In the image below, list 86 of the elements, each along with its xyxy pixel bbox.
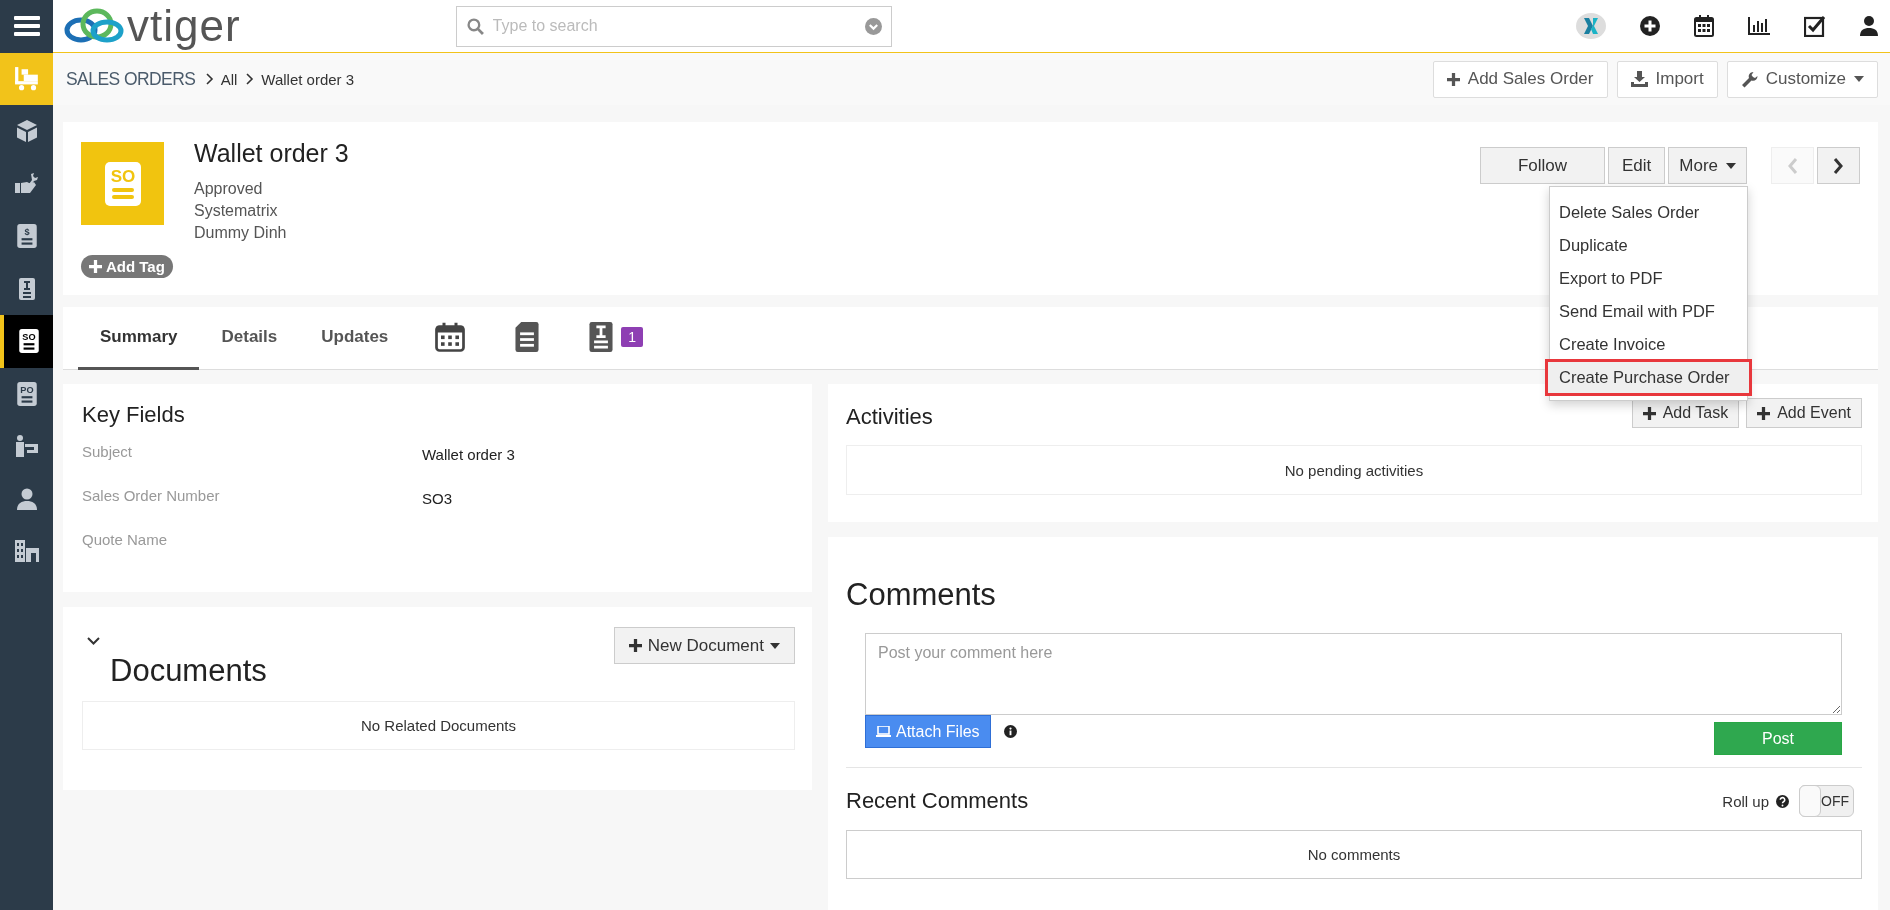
laptop-icon — [876, 726, 891, 737]
person-icon — [14, 486, 39, 511]
plus-icon — [89, 260, 102, 273]
customize-button[interactable]: Customize — [1726, 60, 1878, 98]
download-icon — [1630, 71, 1648, 87]
add-button[interactable]: Add Sales Order — [1432, 60, 1608, 98]
import-button[interactable]: Import — [1616, 60, 1718, 98]
person-board-icon — [13, 434, 40, 459]
search-field[interactable]: Type to search — [455, 5, 892, 47]
menu-icon — [12, 14, 41, 39]
sidebar-item[interactable]: SO — [0, 315, 53, 368]
chevron-right-icon — [246, 73, 255, 85]
rollup-label: Roll up — [1722, 792, 1769, 810]
field-label: Quote Name — [82, 531, 169, 550]
wrench-icon — [1740, 70, 1758, 88]
tab[interactable]: Details — [199, 307, 300, 370]
sidebar-item[interactable]: $ — [0, 210, 53, 263]
section-title: Documents — [110, 653, 267, 689]
record-detail: Approved — [194, 180, 264, 198]
add-icon[interactable] — [1640, 16, 1660, 36]
more-button[interactable]: More — [1668, 147, 1747, 184]
empty-message: No Related Documents — [82, 701, 795, 750]
app-switcher-icon[interactable] — [1576, 13, 1606, 39]
section-title: Recent Comments — [846, 788, 1029, 814]
toggle-switch[interactable]: OFF — [1799, 785, 1854, 817]
hand-wrench-icon — [13, 171, 40, 196]
cart-icon — [13, 65, 40, 92]
building-icon — [13, 539, 40, 564]
tab[interactable]: 1 — [564, 307, 669, 370]
info-icon — [1003, 725, 1017, 738]
quote-document-icon — [589, 322, 614, 352]
calendar-icon — [435, 322, 466, 352]
menu-item[interactable]: Duplicate — [1550, 229, 1747, 262]
record-title: Wallet order 3 — [194, 139, 349, 168]
menu-item[interactable]: Export to PDF — [1550, 262, 1747, 295]
caret-icon — [770, 642, 780, 649]
tab[interactable]: Updates — [299, 307, 411, 370]
chevron-right-icon — [1833, 157, 1844, 174]
section-title: Activities — [846, 404, 933, 430]
count-badge: 1 — [621, 327, 644, 347]
module-title[interactable]: SALES ORDERS — [66, 68, 196, 90]
caret-icon — [1726, 162, 1736, 169]
plus-icon — [628, 639, 642, 652]
chevron-right-icon — [205, 73, 214, 85]
field-value: SO3 — [422, 490, 453, 509]
record-detail: Dummy Dinh — [194, 224, 288, 242]
empty-message: No pending activities — [846, 445, 1862, 495]
new-document-button[interactable]: New Document — [613, 627, 795, 664]
logo-text: vtiger — [127, 4, 241, 48]
menu-item[interactable]: Create Invoice — [1550, 328, 1747, 361]
section-title: Comments — [846, 577, 997, 613]
caret-icon — [1854, 76, 1864, 82]
next-button[interactable] — [1817, 147, 1860, 184]
plus-icon — [1642, 406, 1656, 420]
menu-item[interactable]: Delete Sales Order — [1550, 196, 1747, 229]
add-event-button[interactable]: Add Event — [1746, 398, 1862, 428]
record-detail: Systematrix — [194, 202, 279, 220]
dropdown-icon — [864, 17, 882, 35]
action-button[interactable]: Follow — [1479, 147, 1605, 184]
plus-icon — [1446, 72, 1460, 86]
field-value: Wallet order 3 — [422, 446, 516, 465]
menu-item[interactable]: Create Purchase Order — [1547, 361, 1750, 394]
chevron-down-icon[interactable] — [87, 637, 100, 646]
section-title: Key Fields — [82, 402, 186, 428]
breadcrumb-item: Wallet order 3 — [261, 70, 355, 88]
field-label: Subject — [82, 443, 134, 462]
help-icon — [1776, 794, 1789, 808]
breadcrumb-item[interactable]: All — [220, 70, 238, 88]
add-tag-button[interactable]: Add Tag — [81, 255, 173, 278]
box-icon — [14, 119, 39, 144]
sidebar-item[interactable]: PO — [0, 367, 53, 420]
search-icon — [466, 17, 484, 35]
sales-order-icon: SO — [81, 142, 164, 225]
menu-item[interactable]: Send Email with PDF — [1550, 295, 1747, 328]
document-icon — [515, 322, 540, 352]
field-label: Sales Order Number — [82, 487, 221, 506]
tab[interactable]: Summary — [78, 307, 200, 370]
chevron-left-icon — [1787, 157, 1798, 174]
comment-field[interactable]: Post your comment here — [865, 633, 1842, 715]
action-button[interactable]: Edit — [1607, 147, 1666, 184]
calendar-icon[interactable] — [1694, 15, 1714, 37]
empty-message: No comments — [846, 830, 1862, 879]
plus-icon — [1757, 406, 1771, 420]
task-checkbox-icon[interactable] — [1804, 15, 1826, 37]
user-icon[interactable] — [1860, 16, 1878, 36]
bar-chart-icon[interactable] — [1748, 17, 1770, 35]
